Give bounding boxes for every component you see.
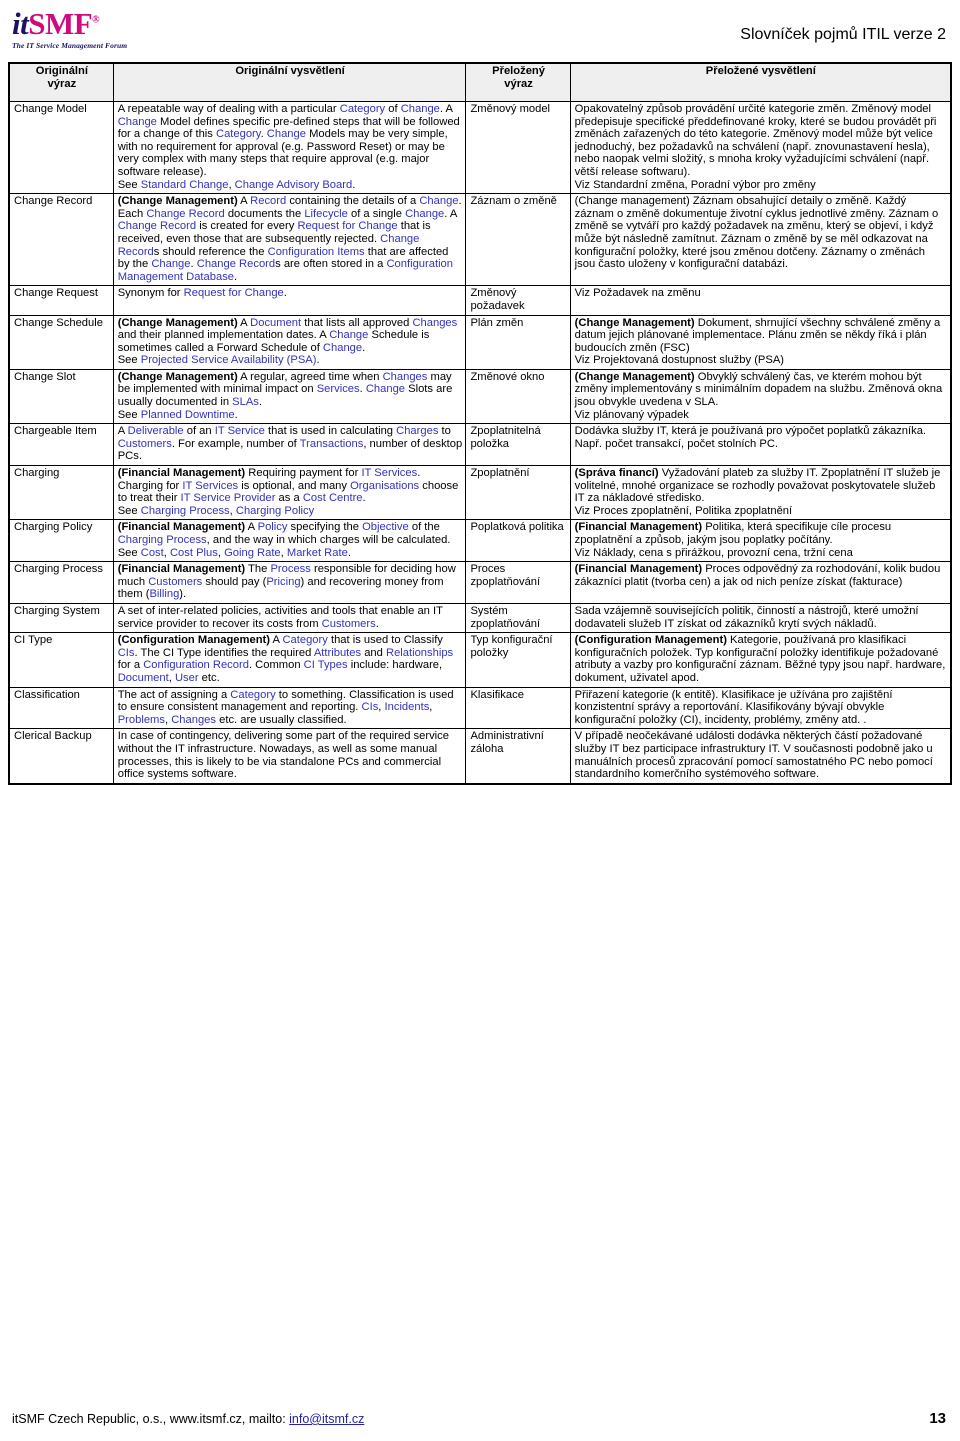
cell-original-term: Change Record bbox=[8, 193, 114, 287]
table-row: Charging System A set of inter-related po… bbox=[8, 602, 952, 634]
cell-translated-definition: Přiřazení kategorie (k entitě). Klasifik… bbox=[569, 686, 952, 730]
cell-translated-term: Typ konfigurační položky bbox=[465, 632, 571, 688]
cell-translated-definition: Dodávka služby IT, která je používaná pr… bbox=[569, 423, 952, 467]
cell-translated-definition: (Change management) Záznam obsahující de… bbox=[569, 193, 952, 287]
cell-original-definition: Synonym for Request for Change. bbox=[112, 285, 467, 316]
table-row: Change Slot (Change Management) A regular… bbox=[8, 368, 952, 425]
table-row: Change Schedule (Change Management) A Doc… bbox=[8, 314, 952, 370]
table-row: Classification The act of assigning a Cat… bbox=[8, 686, 952, 730]
glossary-table-wrap: Originální výraz Originální vysvětlení Př… bbox=[0, 62, 960, 785]
column-header-line1: Originální vysvětlení bbox=[235, 65, 345, 77]
cell-translated-term: Administrativní záloha bbox=[465, 728, 571, 785]
table-row: Charging Process (Financial Management) T… bbox=[8, 561, 952, 604]
cell-translated-definition: Opakovatelný způsob provádění určité kat… bbox=[569, 100, 952, 195]
cell-original-definition: (Financial Management) Requiring payment… bbox=[112, 465, 467, 521]
column-header-line1: Přeložený bbox=[492, 65, 545, 77]
cell-original-definition: (Financial Management) A Policy specifyi… bbox=[112, 519, 467, 563]
cell-original-term: Change Request bbox=[8, 285, 114, 316]
logo-smf-text: SMF bbox=[28, 6, 93, 41]
cell-translated-term: Změnový požadavek bbox=[465, 285, 571, 316]
cell-translated-definition: Viz Požadavek na změnu bbox=[569, 285, 952, 316]
table-row: Charging Policy (Financial Management) A … bbox=[8, 519, 952, 563]
column-header-translated-definition: Přeložené vysvětlení bbox=[569, 62, 952, 102]
cell-translated-definition: V případě neočekávané události dodávka n… bbox=[569, 728, 952, 785]
cell-original-definition: (Change Management) A Record containing … bbox=[112, 193, 467, 287]
cell-original-term: CI Type bbox=[8, 632, 114, 688]
logo-tagline: The IT Service Management Forum bbox=[12, 41, 128, 50]
cell-translated-term: Plán změn bbox=[465, 314, 571, 370]
cell-original-definition: A Deliverable of an IT Service that is u… bbox=[112, 423, 467, 467]
table-row: Change Request Synonym for Request for Ch… bbox=[8, 285, 952, 316]
cell-original-term: Chargeable Item bbox=[8, 423, 114, 467]
column-header-line2: výraz bbox=[504, 77, 533, 90]
cell-original-term: Change Model bbox=[8, 100, 114, 195]
logo-wordmark: itSMF® bbox=[12, 8, 127, 39]
cell-original-term: Clerical Backup bbox=[8, 728, 114, 785]
cell-original-definition: (Change Management) A regular, agreed ti… bbox=[112, 368, 467, 425]
column-header-line1: Přeložené vysvětlení bbox=[705, 65, 816, 77]
column-header-line1: Originální bbox=[35, 65, 88, 77]
cell-translated-definition: (Configuration Management) Kategorie, po… bbox=[569, 632, 952, 688]
footer-email-link[interactable]: info@itsmf.cz bbox=[289, 1412, 364, 1426]
cell-original-definition: (Configuration Management) A Category th… bbox=[112, 632, 467, 688]
cell-original-term: Charging System bbox=[8, 602, 114, 634]
cell-translated-term: Systém zpoplatňování bbox=[465, 602, 571, 634]
cell-translated-term: Záznam o změně bbox=[465, 193, 571, 287]
header-row: Originální výraz Originální vysvětlení Př… bbox=[8, 62, 952, 102]
cell-original-definition: In case of contingency, delivering some … bbox=[112, 728, 467, 785]
cell-translated-definition: (Financial Management) Proces odpovědný … bbox=[569, 561, 952, 604]
table-row: CI Type (Configuration Management) A Cate… bbox=[8, 632, 952, 688]
table-header: Originální výraz Originální vysvětlení Př… bbox=[8, 62, 952, 102]
table-body: Change Model A repeatable way of dealing … bbox=[8, 100, 952, 785]
cell-original-term: Charging Process bbox=[8, 561, 114, 604]
page-title: Slovníček pojmů ITIL verze 2 bbox=[740, 26, 946, 43]
cell-translated-term: Zpoplatnitelná položka bbox=[465, 423, 571, 467]
page-header: itSMF® The IT Service Management Forum S… bbox=[0, 0, 960, 62]
glossary-table: Originální výraz Originální vysvětlení Př… bbox=[8, 62, 952, 785]
cell-translated-term: Klasifikace bbox=[465, 686, 571, 730]
page-footer: itSMF Czech Republic, o.s., www.itsmf.cz… bbox=[0, 1410, 960, 1427]
cell-original-definition: A repeatable way of dealing with a parti… bbox=[112, 100, 467, 195]
page-number: 13 bbox=[929, 1410, 946, 1427]
cell-translated-term: Změnový model bbox=[465, 100, 571, 195]
cell-original-definition: A set of inter-related policies, activit… bbox=[112, 602, 467, 634]
cell-translated-definition: (Správa financí) Vyžadování plateb za sl… bbox=[569, 465, 952, 521]
cell-original-term: Change Slot bbox=[8, 368, 114, 425]
cell-translated-term: Změnové okno bbox=[465, 368, 571, 425]
cell-original-term: Charging bbox=[8, 465, 114, 521]
column-header-line2: výraz bbox=[47, 77, 77, 90]
table-row: Clerical Backup In case of contingency, d… bbox=[8, 728, 952, 785]
footer-text: itSMF Czech Republic, o.s., www.itsmf.cz… bbox=[12, 1412, 290, 1426]
logo-registered-icon: ® bbox=[92, 14, 100, 26]
cell-translated-term: Proces zpoplatňování bbox=[465, 561, 571, 604]
cell-original-term: Classification bbox=[8, 686, 114, 730]
cell-original-term: Change Schedule bbox=[8, 314, 114, 370]
table-row: Chargeable Item A Deliverable of an IT Se… bbox=[8, 423, 952, 467]
table-row: Charging (Financial Management) Requiring… bbox=[8, 465, 952, 521]
column-header-original-definition: Originální vysvětlení bbox=[112, 62, 467, 102]
table-row: Change Model A repeatable way of dealing … bbox=[8, 100, 952, 195]
cell-original-definition: (Financial Management) The Process respo… bbox=[112, 561, 467, 604]
footer-contact: itSMF Czech Republic, o.s., www.itsmf.cz… bbox=[12, 1412, 364, 1426]
cell-translated-definition: (Financial Management) Politika, která s… bbox=[569, 519, 952, 563]
table-row: Change Record (Change Management) A Recor… bbox=[8, 193, 952, 287]
column-header-translated-term: Přeložený výraz bbox=[465, 62, 571, 102]
cell-translated-definition: Sada vzájemně souvisejících politik, čin… bbox=[569, 602, 952, 634]
cell-translated-term: Zpoplatnění bbox=[465, 465, 571, 521]
cell-translated-term: Poplatková politika bbox=[465, 519, 571, 563]
cell-translated-definition: (Change Management) Dokument, shrnující … bbox=[569, 314, 952, 370]
cell-original-term: Charging Policy bbox=[8, 519, 114, 563]
itsmf-logo: itSMF® The IT Service Management Forum bbox=[12, 8, 127, 50]
cell-original-definition: (Change Management) A Document that list… bbox=[112, 314, 467, 370]
column-header-original-term: Originální výraz bbox=[8, 62, 114, 102]
logo-it-text: it bbox=[12, 6, 29, 41]
cell-translated-definition: (Change Management) Obvyklý schválený ča… bbox=[569, 368, 952, 425]
cell-original-definition: The act of assigning a Category to somet… bbox=[112, 686, 467, 730]
